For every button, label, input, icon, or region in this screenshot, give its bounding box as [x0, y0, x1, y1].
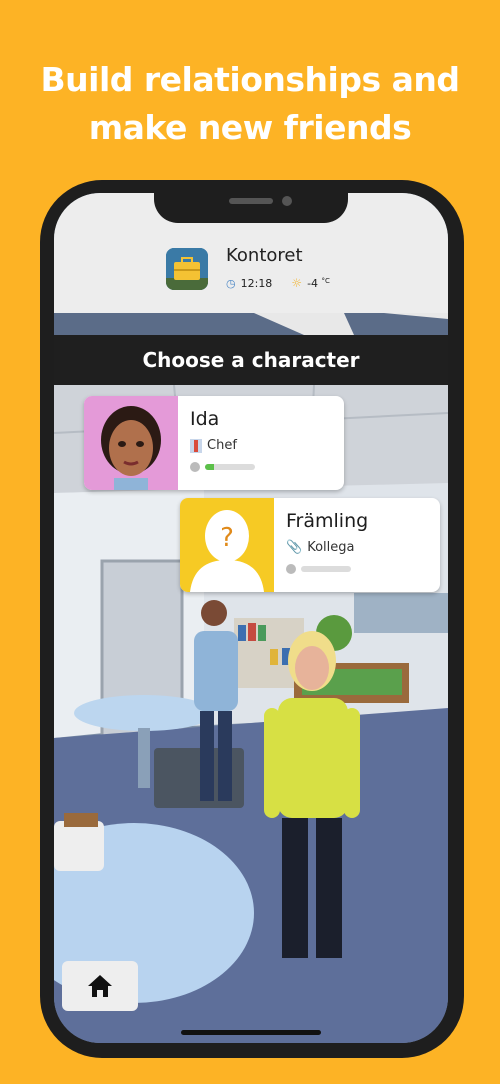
character-name: Ida	[190, 408, 220, 430]
paperclip-icon: 📎	[286, 540, 303, 555]
character-role: Chef	[190, 438, 237, 453]
marketing-headline: Build relationships and make new friends	[0, 56, 500, 152]
header-divider	[54, 313, 448, 335]
briefcase-icon	[166, 248, 208, 290]
phone-camera	[282, 196, 292, 206]
character-name: Främling	[286, 510, 369, 532]
location-meta: ◷ 12:18 ☼ -4 °C	[226, 276, 330, 290]
necktie-icon	[190, 438, 202, 453]
phone-speaker	[229, 198, 273, 204]
svg-text:?: ?	[220, 523, 234, 553]
location-time: 12:18	[240, 276, 273, 290]
character-role: 📎 Kollega	[286, 540, 355, 555]
coffee-cups	[54, 821, 104, 871]
home-indicator	[181, 1030, 321, 1035]
clock-icon: ◷	[226, 276, 236, 290]
avatar-unknown: ?	[180, 498, 274, 592]
location-name: Kontoret	[226, 245, 303, 266]
location-temperature: -4 °C	[307, 276, 330, 290]
avatar-ida	[84, 396, 178, 490]
relationship-icon	[286, 564, 296, 574]
headline-line-1: Build relationships and	[40, 60, 460, 99]
home-icon	[88, 975, 112, 997]
home-button[interactable]	[62, 961, 138, 1011]
character-card-framling[interactable]: ? Främling 📎 Kollega	[180, 498, 440, 592]
round-table	[74, 695, 214, 731]
relationship-icon	[190, 462, 200, 472]
headline-line-2: make new friends	[88, 108, 412, 147]
weather-icon: ☼	[291, 276, 303, 290]
window	[354, 593, 448, 633]
relationship-meter	[190, 462, 255, 472]
character-card-ida[interactable]: Ida Chef	[84, 396, 344, 490]
relationship-meter	[286, 564, 351, 574]
choose-character-title: Choose a character	[54, 335, 448, 385]
game-screen: Kontoret ◷ 12:18 ☼ -4 °C Choose a charac…	[54, 193, 448, 1043]
